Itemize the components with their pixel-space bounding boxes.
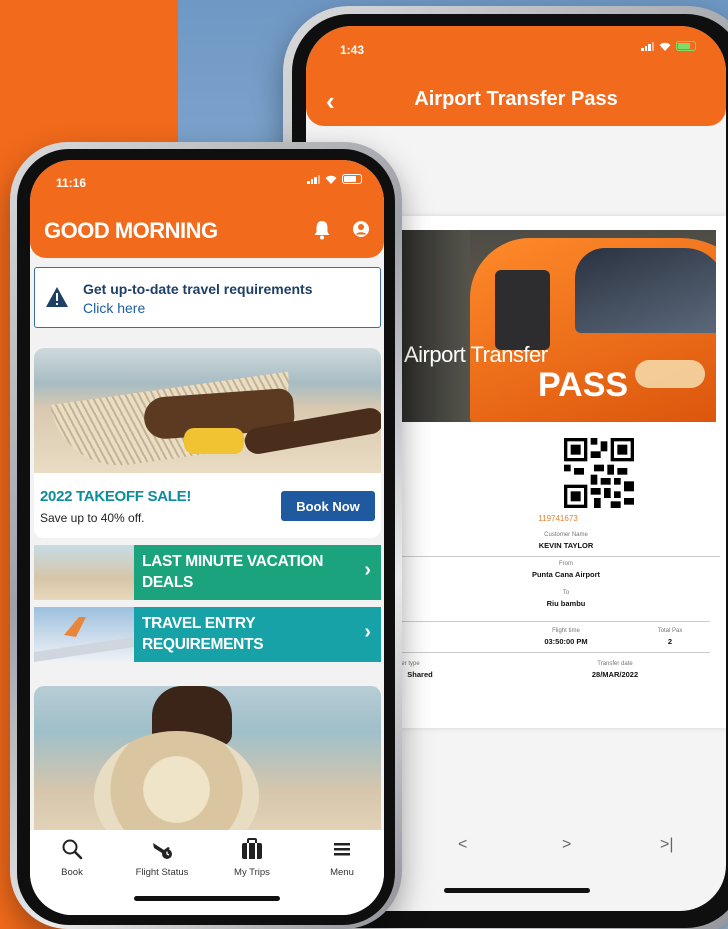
van-headlight [635,360,705,388]
status-icons [307,174,362,184]
signal-icon [641,41,654,51]
search-icon [62,839,83,860]
promo-subtitle: Save up to 40% off. [40,511,145,525]
to-label: To [562,590,570,596]
battery-icon [342,174,362,184]
status-bar: 1:43 [306,26,726,64]
total-pax-value: 2 [667,637,673,646]
divider [400,556,720,557]
tab-label: Menu [330,867,354,878]
wifi-icon [659,42,671,51]
alert-title: Get up-to-date travel requirements [83,281,313,297]
banner-label: LAST MINUTE VACATION DEALS [142,553,324,591]
home-indicator[interactable] [134,896,280,901]
airplane-wing-icon [34,617,134,662]
swimsuit [184,428,244,454]
sun-hat [94,731,259,836]
pass-image-title: Airport Transfer [404,342,548,367]
couple-photo [34,545,134,600]
status-time: 1:43 [340,43,365,57]
tab-menu[interactable]: Menu [302,838,382,878]
customer-name-label: Customer Name [544,532,588,538]
tab-flight-status[interactable]: Flight Status [122,838,202,878]
tab-book[interactable]: Book [32,838,112,878]
bottom-tab-bar: Book Flight Status My Trips Menu [30,830,384,915]
battery-icon [676,41,696,51]
beach-hat-photo [34,686,381,836]
van-windshield [575,248,716,333]
header-bar: 11:16 GOOD MORNING [30,160,384,258]
chevron-right-icon: › [364,559,371,581]
status-time: 11:16 [56,176,87,190]
transfer-date-value: 28/MAR/2022 [591,670,639,679]
pass-image-subtitle: PASS [538,366,629,404]
home-screen: 11:16 GOOD MORNING Get up-to-date travel… [30,160,384,915]
banner-label: TRAVEL ENTRY REQUIREMENTS [142,615,264,653]
from-value: Punta Cana Airport [531,570,601,579]
alert-link[interactable]: Click here [83,300,145,316]
hammock-photo [34,348,381,475]
from-label: From [559,561,573,567]
warning-icon [46,287,68,307]
pass-code: 119741673 [538,514,578,523]
promo-card: 2022 TAKEOFF SALE! Save up to 40% off. B… [34,348,381,538]
plane-clock-icon [153,843,172,859]
travel-entry-requirements-banner[interactable]: TRAVEL ENTRY REQUIREMENTS › [34,607,381,662]
status-icons [641,41,696,51]
qr-code-icon [564,438,634,508]
flight-time-value: 03:50:00 PM [544,637,588,646]
signal-icon [307,174,320,184]
van-photo: Airport Transfer PASS [400,230,716,422]
van-door [495,270,550,350]
header-bar: 1:43 ‹ Airport Transfer Pass [306,26,726,126]
transfer-pass-card: Airport Transfer PASS 119741673 Customer… [388,216,726,728]
last-minute-deals-banner[interactable]: LAST MINUTE VACATION DEALS › [34,545,381,600]
photo-shadow [400,230,470,422]
divider [390,621,710,622]
chevron-right-icon: › [364,621,371,643]
travel-requirements-alert[interactable]: Get up-to-date travel requirements Click… [34,267,381,328]
tab-label: Book [61,867,83,878]
status-bar: 11:16 [30,160,384,198]
page-title: Airport Transfer Pass [414,88,618,110]
tab-label: My Trips [234,867,270,878]
tab-label: Flight Status [135,867,189,878]
last-page-button[interactable]: >| [660,836,674,854]
banner-band: TRAVEL ENTRY REQUIREMENTS › [134,607,381,662]
greeting-title: GOOD MORNING [44,218,218,243]
flight-time-label: Flight time [552,628,580,634]
to-value: Riu bambu [546,599,586,608]
book-now-button[interactable]: Book Now [281,491,375,521]
airplane-wing-photo [34,607,134,662]
user-account-icon[interactable] [352,220,370,238]
bell-icon[interactable] [313,220,331,240]
promo-title: 2022 TAKEOFF SALE! [40,488,192,505]
transfer-date-label: Transfer date [597,661,633,667]
total-pax-label: Total Pax [657,628,683,634]
next-page-button[interactable]: > [562,836,571,854]
suitcase-icon [242,838,262,859]
divider [390,652,710,653]
home-indicator[interactable] [444,888,590,893]
customer-name-value: KEVIN TAYLOR [538,541,594,550]
banner-band: LAST MINUTE VACATION DEALS › [134,545,381,600]
previous-page-button[interactable]: < [458,836,467,854]
wifi-icon [325,175,337,184]
menu-icon [334,843,350,856]
tab-my-trips[interactable]: My Trips [212,838,292,878]
